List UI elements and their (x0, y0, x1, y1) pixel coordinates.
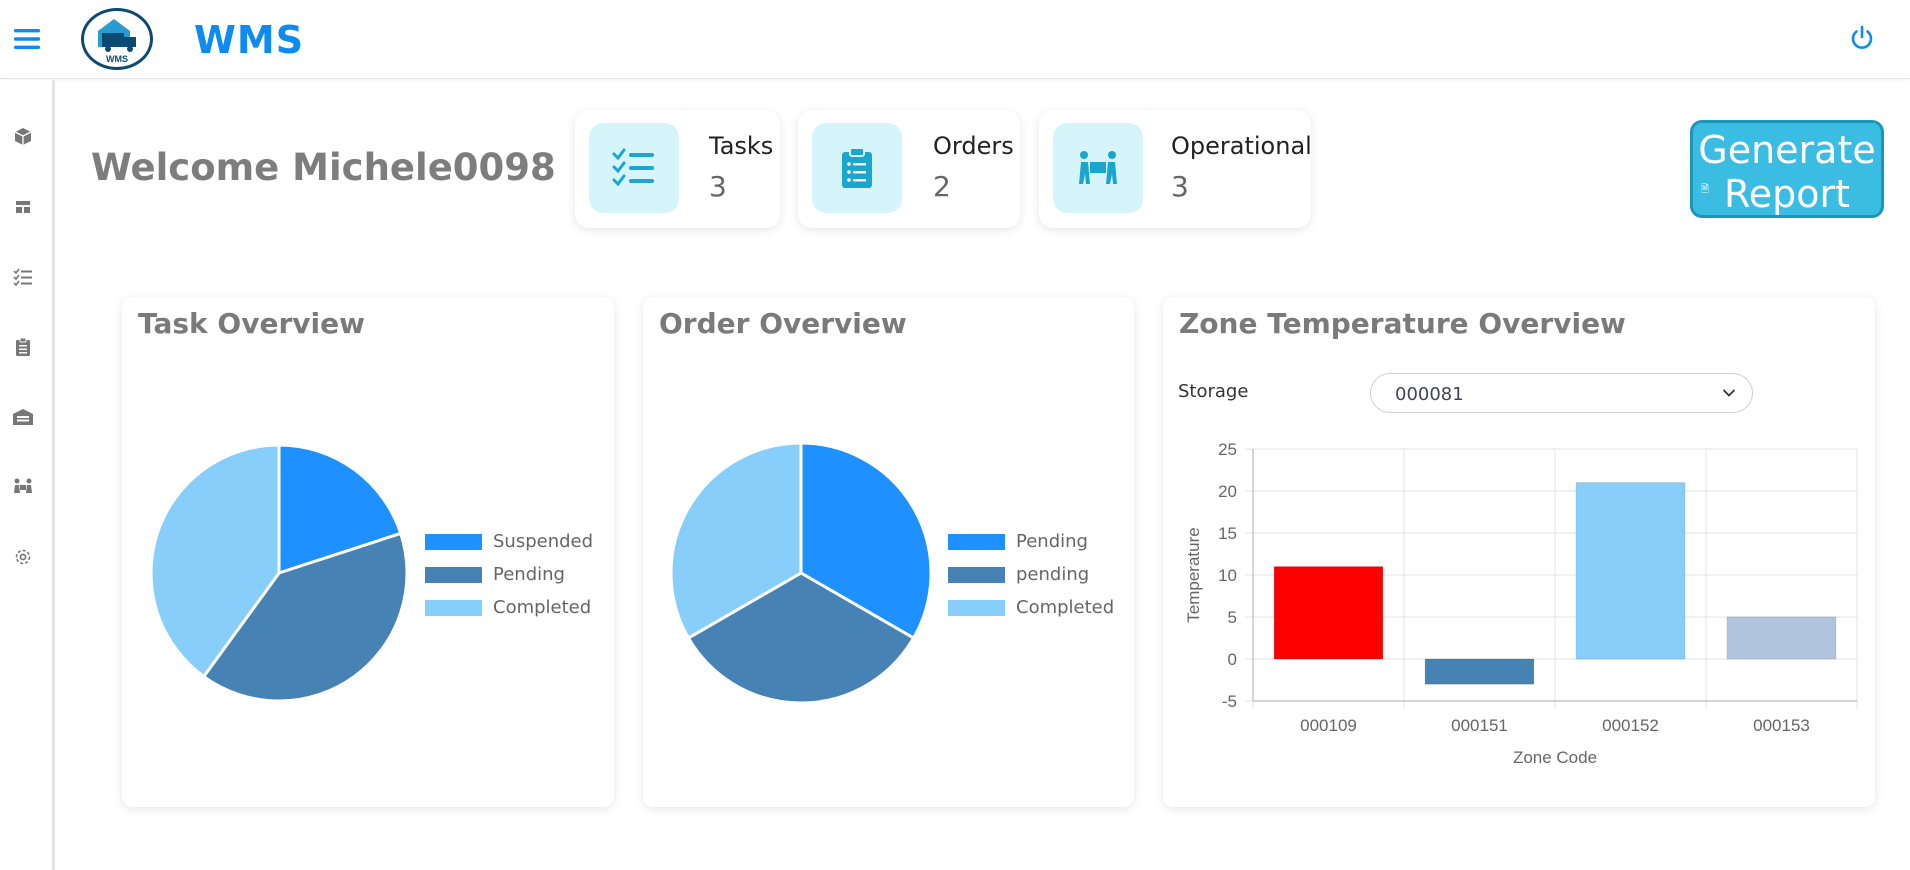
legend-item[interactable]: Pending (425, 558, 593, 591)
welcome-heading: Welcome Michele0098 (91, 146, 556, 189)
logo[interactable]: WMS (81, 8, 153, 70)
task-overview-panel: Task Overview Suspended Pending Completed (122, 297, 614, 807)
legend-label: Completed (493, 597, 592, 618)
legend-swatch (425, 566, 482, 583)
clipboard-icon[interactable] (11, 335, 35, 359)
sidebar (0, 80, 55, 870)
stat-card-tasks[interactable]: Tasks 3 (575, 110, 780, 228)
panel-title: Order Overview (659, 307, 907, 340)
y-tick-label: 5 (1228, 608, 1237, 627)
legend-item[interactable]: Suspended (425, 525, 593, 558)
stat-value: 3 (709, 170, 727, 203)
legend-swatch (948, 533, 1005, 550)
legend-label: pending (1016, 564, 1090, 585)
order-legend: Pending pending Completed (948, 525, 1114, 624)
workers-icon (1053, 123, 1143, 213)
legend-swatch (948, 566, 1005, 583)
order-clipboard-icon (812, 123, 902, 213)
bar-000152[interactable] (1575, 482, 1686, 660)
y-tick-label: 15 (1218, 524, 1237, 543)
warehouse-icon[interactable] (11, 405, 35, 429)
top-bar: WMS WMS (0, 0, 1910, 79)
legend-item[interactable]: Completed (425, 591, 593, 624)
task-legend: Suspended Pending Completed (425, 525, 593, 624)
task-pie-chart (149, 443, 409, 703)
generate-report-button[interactable]: 🗎 Generate Report (1690, 120, 1884, 218)
box-icon[interactable] (11, 125, 35, 149)
legend-item[interactable]: Pending (948, 525, 1114, 558)
y-tick-label: 20 (1218, 482, 1237, 501)
stat-label: Tasks (709, 132, 774, 160)
checklist-icon[interactable] (11, 265, 35, 289)
y-axis-label: Temperature (1184, 527, 1203, 622)
x-tick-label: 000153 (1753, 716, 1810, 735)
power-icon[interactable] (1848, 24, 1876, 52)
hamburger-icon[interactable] (14, 28, 40, 50)
legend-item[interactable]: pending (948, 558, 1114, 591)
y-tick-label: 25 (1218, 440, 1237, 459)
x-tick-label: 000152 (1602, 716, 1659, 735)
stat-value: 3 (1171, 170, 1189, 203)
legend-swatch (425, 599, 482, 616)
zone-temperature-panel: Zone Temperature Overview Storage 000081… (1163, 297, 1875, 807)
legend-swatch (948, 599, 1005, 616)
layout-icon[interactable] (11, 195, 35, 219)
x-tick-label: 000109 (1300, 716, 1357, 735)
generate-report-line1: Generate (1698, 128, 1876, 172)
legend-item[interactable]: Completed (948, 591, 1114, 624)
legend-label: Pending (1016, 531, 1088, 552)
stat-label: Operational (1171, 132, 1312, 160)
gear-icon[interactable] (11, 545, 35, 569)
order-overview-panel: Order Overview Pending pending Completed (643, 297, 1134, 807)
stat-card-orders[interactable]: Orders 2 (798, 110, 1020, 228)
generate-report-line2: Report (1724, 172, 1850, 216)
x-axis-label: Zone Code (1513, 748, 1597, 767)
stat-label: Orders (933, 132, 1014, 160)
document-icon: 🗎 (1701, 184, 1710, 195)
bar-000151[interactable] (1424, 658, 1535, 685)
people-icon[interactable] (11, 475, 35, 499)
y-tick-label: -5 (1222, 692, 1237, 711)
legend-label: Pending (493, 564, 565, 585)
stat-value: 2 (933, 170, 951, 203)
order-pie-chart (669, 441, 933, 705)
bar-000109[interactable] (1273, 566, 1384, 660)
logo-text: WMS (106, 54, 128, 64)
legend-label: Completed (1016, 597, 1115, 618)
stat-card-operational[interactable]: Operational 3 (1039, 110, 1312, 228)
y-tick-label: 0 (1228, 650, 1237, 669)
y-tick-label: 10 (1218, 566, 1237, 585)
task-list-icon (589, 123, 679, 213)
brand-title: WMS (194, 18, 305, 62)
legend-label: Suspended (493, 531, 594, 552)
zone-bar-chart: -5 0 5 10 15 20 25 000109 000151 000152 000153 Zone… (1184, 440, 1858, 767)
bar-000153[interactable] (1726, 616, 1837, 660)
panel-title: Task Overview (138, 307, 365, 340)
x-tick-label: 000151 (1451, 716, 1508, 735)
legend-swatch (425, 533, 482, 550)
